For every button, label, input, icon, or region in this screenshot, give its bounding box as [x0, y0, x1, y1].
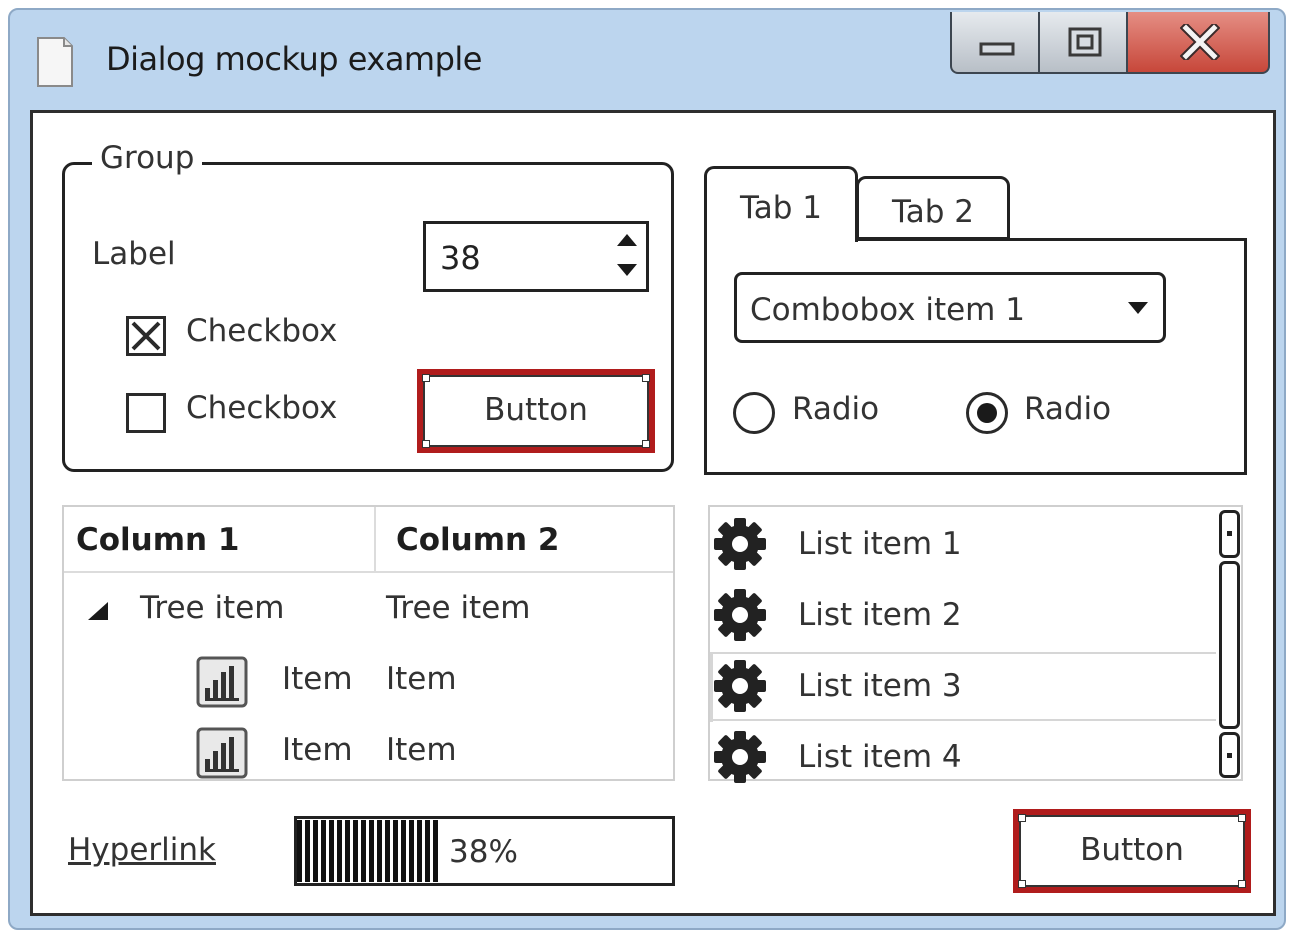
minimize-icon [979, 42, 1015, 56]
progress-segment [417, 820, 422, 882]
close-icon [1180, 24, 1220, 60]
progress-segment [297, 820, 302, 882]
tree-child-cell: Item [386, 732, 457, 768]
progress-segment [329, 820, 334, 882]
progress-segment [393, 820, 398, 882]
tree-item-cell: Tree item [386, 590, 531, 626]
progress-segment [337, 820, 342, 882]
close-button[interactable] [1126, 12, 1270, 74]
expand-triangle-icon[interactable] [86, 600, 110, 622]
combobox-value[interactable]: Combobox item 1 [750, 292, 1025, 328]
progress-segment [369, 820, 374, 882]
dialog-button-label[interactable]: Button [1013, 832, 1251, 868]
list-item[interactable]: List item 2 [798, 597, 962, 633]
column-divider[interactable] [374, 507, 376, 573]
gear-icon [714, 731, 766, 783]
spinner-value[interactable]: 38 [440, 239, 481, 277]
progress-segment [313, 820, 318, 882]
chevron-down-icon[interactable] [1126, 300, 1150, 316]
list-item[interactable]: List item 4 [798, 739, 962, 775]
progress-segment [321, 820, 326, 882]
radio-label[interactable]: Radio [792, 391, 879, 427]
bar-chart-icon [196, 656, 248, 708]
progress-segment [353, 820, 358, 882]
progress-segment [305, 820, 310, 882]
progress-segment [377, 820, 382, 882]
maximize-button[interactable] [1038, 12, 1128, 74]
progress-segment [361, 820, 366, 882]
list-row-divider [712, 652, 1216, 654]
checkbox-checked[interactable] [126, 316, 166, 356]
tab-1-label[interactable]: Tab 1 [704, 190, 858, 226]
list-row-divider [712, 719, 1216, 721]
header-divider [64, 571, 673, 573]
radio-label[interactable]: Radio [1024, 391, 1111, 427]
radio-button[interactable] [733, 392, 775, 434]
window-title: Dialog mockup example [106, 40, 482, 78]
spin-up-icon[interactable] [614, 232, 640, 248]
progress-segment [401, 820, 406, 882]
checkbox-label[interactable]: Checkbox [186, 313, 337, 349]
checkbox-unchecked[interactable] [126, 393, 166, 433]
minimize-button[interactable] [950, 12, 1040, 74]
document-icon [37, 37, 73, 87]
progress-segment [409, 820, 414, 882]
tree-child-label[interactable]: Item [282, 661, 353, 697]
bar-chart-icon [196, 727, 248, 779]
group-button-label[interactable]: Button [417, 392, 655, 428]
tree-child-label[interactable]: Item [282, 732, 353, 768]
gear-icon [714, 518, 766, 570]
checkbox-label[interactable]: Checkbox [186, 390, 337, 426]
progress-segment [345, 820, 350, 882]
gear-icon [714, 589, 766, 641]
hyperlink[interactable]: Hyperlink [68, 832, 216, 868]
progress-text: 38% [449, 834, 518, 870]
tree-child-cell: Item [386, 661, 457, 697]
list-box [708, 505, 1243, 781]
list-item-selected[interactable]: List item 3 [798, 668, 962, 704]
progress-segment [433, 820, 438, 882]
spin-down-icon[interactable] [614, 262, 640, 278]
scrollbar-thumb[interactable] [1219, 561, 1240, 729]
tree-item-label[interactable]: Tree item [140, 590, 284, 626]
checkmark-x-icon [131, 321, 161, 351]
group-title: Group [92, 140, 203, 176]
progress-segment [425, 820, 430, 882]
gear-icon [714, 660, 766, 712]
progress-segment [385, 820, 390, 882]
progress-fill [297, 819, 441, 883]
column-header-2[interactable]: Column 2 [396, 522, 559, 558]
tab-2-label[interactable]: Tab 2 [856, 194, 1010, 230]
column-header-1[interactable]: Column 1 [76, 522, 239, 558]
scroll-down-button[interactable] [1219, 732, 1240, 778]
list-item[interactable]: List item 1 [798, 526, 962, 562]
radio-selected-dot [977, 403, 997, 423]
field-label: Label [92, 236, 176, 272]
scroll-up-button[interactable] [1219, 510, 1240, 558]
maximize-icon [1068, 27, 1102, 57]
